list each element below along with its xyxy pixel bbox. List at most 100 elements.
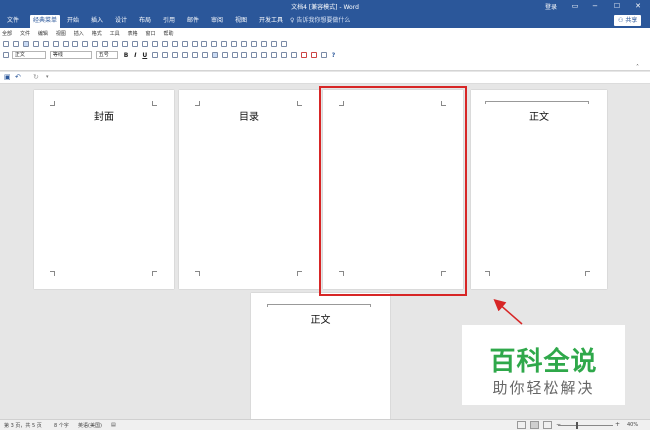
zoom-slider[interactable] xyxy=(558,425,613,426)
tab-home[interactable]: 开始 xyxy=(64,15,82,28)
line-spacing-icon[interactable] xyxy=(241,52,248,58)
save-icon[interactable]: ▣ xyxy=(4,73,11,81)
font-select[interactable]: 等线 xyxy=(49,51,92,59)
document-map-icon[interactable] xyxy=(201,41,208,47)
tab-insert[interactable]: 插入 xyxy=(88,15,106,28)
zoom-slider-thumb[interactable] xyxy=(576,422,578,429)
collapse-ribbon-icon[interactable]: ˄ xyxy=(636,64,639,71)
menu-view[interactable]: 视图 xyxy=(56,30,66,37)
tab-review[interactable]: 审阅 xyxy=(208,15,226,28)
tab-mailings[interactable]: 邮件 xyxy=(184,15,202,28)
borders-icon[interactable] xyxy=(291,52,298,58)
italic-button[interactable]: I xyxy=(134,52,136,59)
align-right-icon[interactable] xyxy=(221,52,228,58)
distributed-icon[interactable] xyxy=(231,52,238,58)
tab-classic-menu[interactable]: 经典菜单 xyxy=(30,15,61,28)
language-indicator[interactable]: 英语(美国) xyxy=(78,422,102,429)
menu-tools[interactable]: 工具 xyxy=(110,30,120,37)
format-painter-icon[interactable] xyxy=(122,41,129,47)
spelling-icon[interactable] xyxy=(72,41,79,47)
tab-developer[interactable]: 开发工具 xyxy=(256,15,286,28)
print-preview-icon[interactable] xyxy=(62,41,69,47)
permission-icon[interactable] xyxy=(32,41,39,47)
help-icon[interactable]: ? xyxy=(332,52,335,59)
page-count[interactable]: 第 3 页，共 5 页 xyxy=(4,422,42,429)
table-icon[interactable] xyxy=(161,41,168,47)
bold-button[interactable]: B xyxy=(124,52,129,59)
zoom-level[interactable]: 40% xyxy=(627,422,638,428)
style-select[interactable]: 正文 xyxy=(11,51,46,59)
paste-icon[interactable] xyxy=(112,41,119,47)
open-icon[interactable] xyxy=(12,41,19,47)
font-size-increase-icon[interactable] xyxy=(181,52,188,58)
menu-table[interactable]: 表格 xyxy=(128,30,138,37)
menu-window[interactable]: 窗口 xyxy=(146,30,156,37)
hyperlink-icon[interactable] xyxy=(151,41,158,47)
bullets-icon[interactable] xyxy=(261,52,268,58)
undo-icon[interactable]: ↶ xyxy=(15,73,21,81)
menu-all[interactable]: 全部 xyxy=(2,30,12,37)
customize-qat-icon[interactable]: ▾ xyxy=(46,74,49,80)
size-select[interactable]: 五号 xyxy=(95,51,118,59)
zoom-in-button[interactable]: + xyxy=(615,421,620,428)
share-button[interactable]: ⚇ 共享 xyxy=(614,15,642,26)
align-center-icon[interactable] xyxy=(201,52,208,58)
print-icon[interactable] xyxy=(52,41,59,47)
tab-file[interactable]: 文件 xyxy=(4,15,22,28)
login-link[interactable]: 登录 xyxy=(545,2,557,11)
char-border-icon[interactable] xyxy=(152,52,159,58)
align-justify-icon[interactable] xyxy=(211,52,218,58)
redo-icon[interactable]: ↻ xyxy=(33,73,39,81)
research-icon[interactable] xyxy=(82,41,89,47)
decrease-indent-icon[interactable] xyxy=(271,52,278,58)
header-icon[interactable] xyxy=(280,41,287,47)
header-line xyxy=(267,304,371,307)
tab-view[interactable]: 视图 xyxy=(232,15,250,28)
undo-toolbar-icon[interactable] xyxy=(131,41,138,47)
font-color-icon[interactable] xyxy=(310,52,317,58)
tab-design[interactable]: 设计 xyxy=(112,15,130,28)
menu-help[interactable]: 帮助 xyxy=(163,30,173,37)
tab-references[interactable]: 引用 xyxy=(160,15,178,28)
copy-icon[interactable] xyxy=(102,41,109,47)
tab-layout[interactable]: 布局 xyxy=(136,15,154,28)
char-shading-icon[interactable] xyxy=(162,52,169,58)
phonetic-icon[interactable] xyxy=(171,52,178,58)
word-count[interactable]: 8 个字 xyxy=(54,422,69,429)
menu-format[interactable]: 格式 xyxy=(92,30,102,37)
cut-icon[interactable] xyxy=(92,41,99,47)
zoom-icon[interactable] xyxy=(221,41,228,47)
highlight-color-icon[interactable] xyxy=(300,52,307,58)
read-mode-icon[interactable] xyxy=(517,421,526,429)
web-layout-icon[interactable] xyxy=(543,421,552,429)
textbox-icon[interactable] xyxy=(260,41,267,47)
print-layout-icon[interactable] xyxy=(530,421,539,429)
close-button[interactable]: ✕ xyxy=(628,0,648,13)
shapes-icon[interactable] xyxy=(231,41,238,47)
minimize-button[interactable]: − xyxy=(585,0,605,13)
email-icon[interactable] xyxy=(42,41,49,47)
ribbon-display-icon[interactable]: ▭ xyxy=(565,0,585,13)
increase-indent-icon[interactable] xyxy=(281,52,288,58)
show-hide-icon[interactable] xyxy=(211,41,218,47)
symbol-icon[interactable] xyxy=(270,41,277,47)
text-effects-icon[interactable] xyxy=(320,52,327,58)
maximize-button[interactable]: ☐ xyxy=(607,0,627,13)
insert-excel-icon[interactable] xyxy=(171,41,178,47)
menu-file[interactable]: 文件 xyxy=(20,30,30,37)
underline-button[interactable]: U xyxy=(142,52,147,59)
menu-insert[interactable]: 插入 xyxy=(74,30,84,37)
redo-toolbar-icon[interactable] xyxy=(141,41,148,47)
save-icon[interactable] xyxy=(22,41,29,47)
align-left-icon[interactable] xyxy=(191,52,198,58)
tell-me-search[interactable]: ♀ 告诉我你想要做什么 xyxy=(290,15,350,27)
macro-record-icon[interactable]: ▤ xyxy=(111,422,116,428)
numbering-icon[interactable] xyxy=(251,52,258,58)
columns-icon[interactable] xyxy=(181,41,188,47)
new-doc-icon[interactable] xyxy=(3,41,9,47)
chart-icon[interactable] xyxy=(251,41,258,47)
drawing-icon[interactable] xyxy=(191,41,198,47)
styles-pane-icon[interactable] xyxy=(3,52,9,58)
menu-edit[interactable]: 编辑 xyxy=(38,30,48,37)
picture-icon[interactable] xyxy=(241,41,248,47)
